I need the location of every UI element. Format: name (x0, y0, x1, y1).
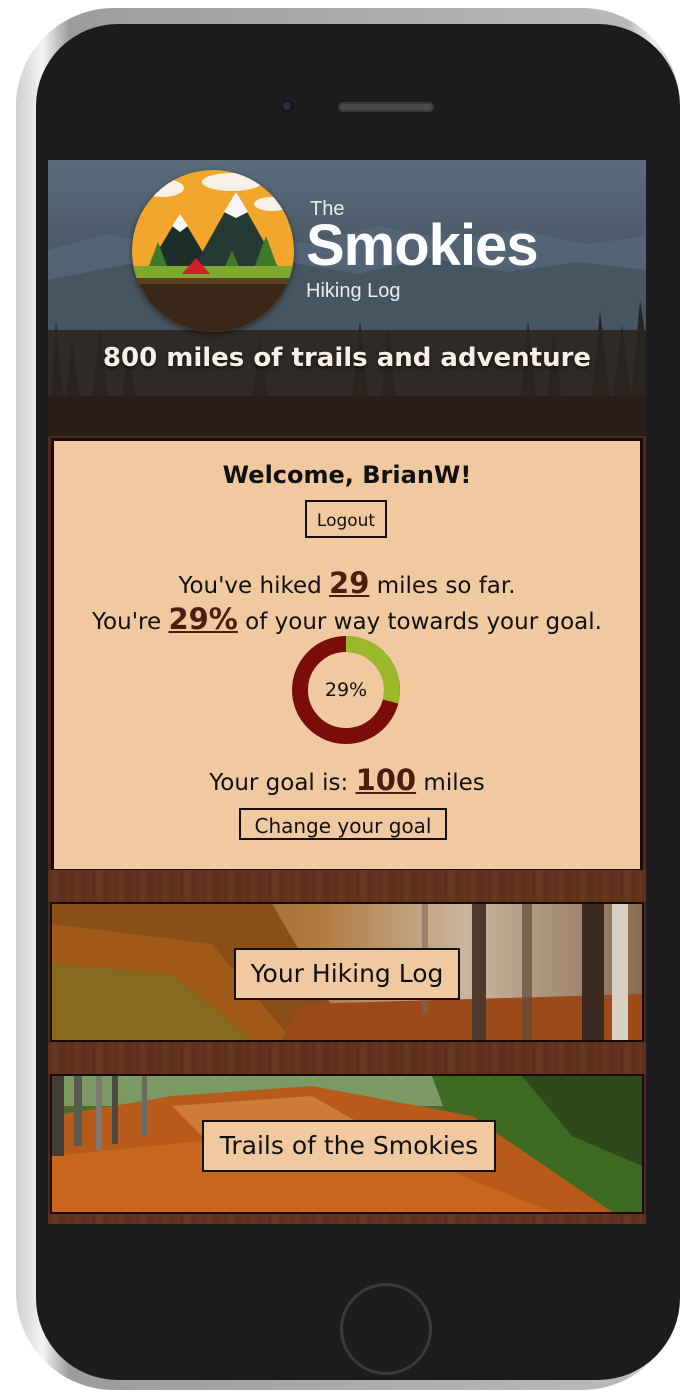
miles-hiked-line: You've hiked 29 miles so far. (54, 566, 640, 600)
goal-percent-suffix: of your way towards your goal. (245, 609, 602, 635)
goal-line: Your goal is: 100 miles (54, 763, 640, 797)
miles-hiked-suffix: miles so far. (376, 573, 516, 599)
goal-percent-line: You're 29% of your way towards your goal… (54, 602, 640, 636)
welcome-panel: Welcome, BrianW! Logout You've hiked 29 … (51, 438, 643, 872)
wood-divider (48, 870, 646, 902)
tagline: 800 miles of trails and adventure (102, 343, 592, 373)
earpiece-speaker (338, 102, 434, 112)
trails-button[interactable]: Trails of the Smokies (202, 1120, 496, 1172)
trails-card[interactable]: Trails of the Smokies (50, 1074, 644, 1214)
goal-suffix: miles (423, 770, 485, 796)
hiking-log-button[interactable]: Your Hiking Log (234, 948, 460, 1000)
goal-percent-prefix: You're (92, 609, 162, 635)
home-button[interactable] (340, 1283, 432, 1375)
hero-header: The Smokies Hiking Log 800 miles of trai… (48, 160, 646, 436)
front-camera (280, 99, 294, 113)
logout-button[interactable]: Logout (305, 500, 387, 538)
wood-divider (48, 1214, 646, 1224)
goal-prefix: Your goal is: (209, 770, 349, 796)
logo-subtitle: Hiking Log (306, 280, 401, 302)
logo-badge (132, 170, 294, 332)
app-screen: The Smokies Hiking Log 800 miles of trai… (48, 160, 646, 1224)
goal-value: 100 (355, 763, 417, 797)
donut-label: 29% (324, 679, 368, 701)
wood-divider (48, 1042, 646, 1074)
logo-name: Smokies (306, 213, 539, 278)
miles-hiked-value: 29 (329, 566, 370, 600)
hiking-log-card[interactable]: Your Hiking Log (50, 902, 644, 1042)
change-goal-button[interactable]: Change your goal (239, 808, 447, 840)
miles-hiked-prefix: You've hiked (178, 573, 322, 599)
goal-percent-value: 29% (168, 602, 238, 636)
welcome-heading: Welcome, BrianW! (222, 461, 472, 489)
